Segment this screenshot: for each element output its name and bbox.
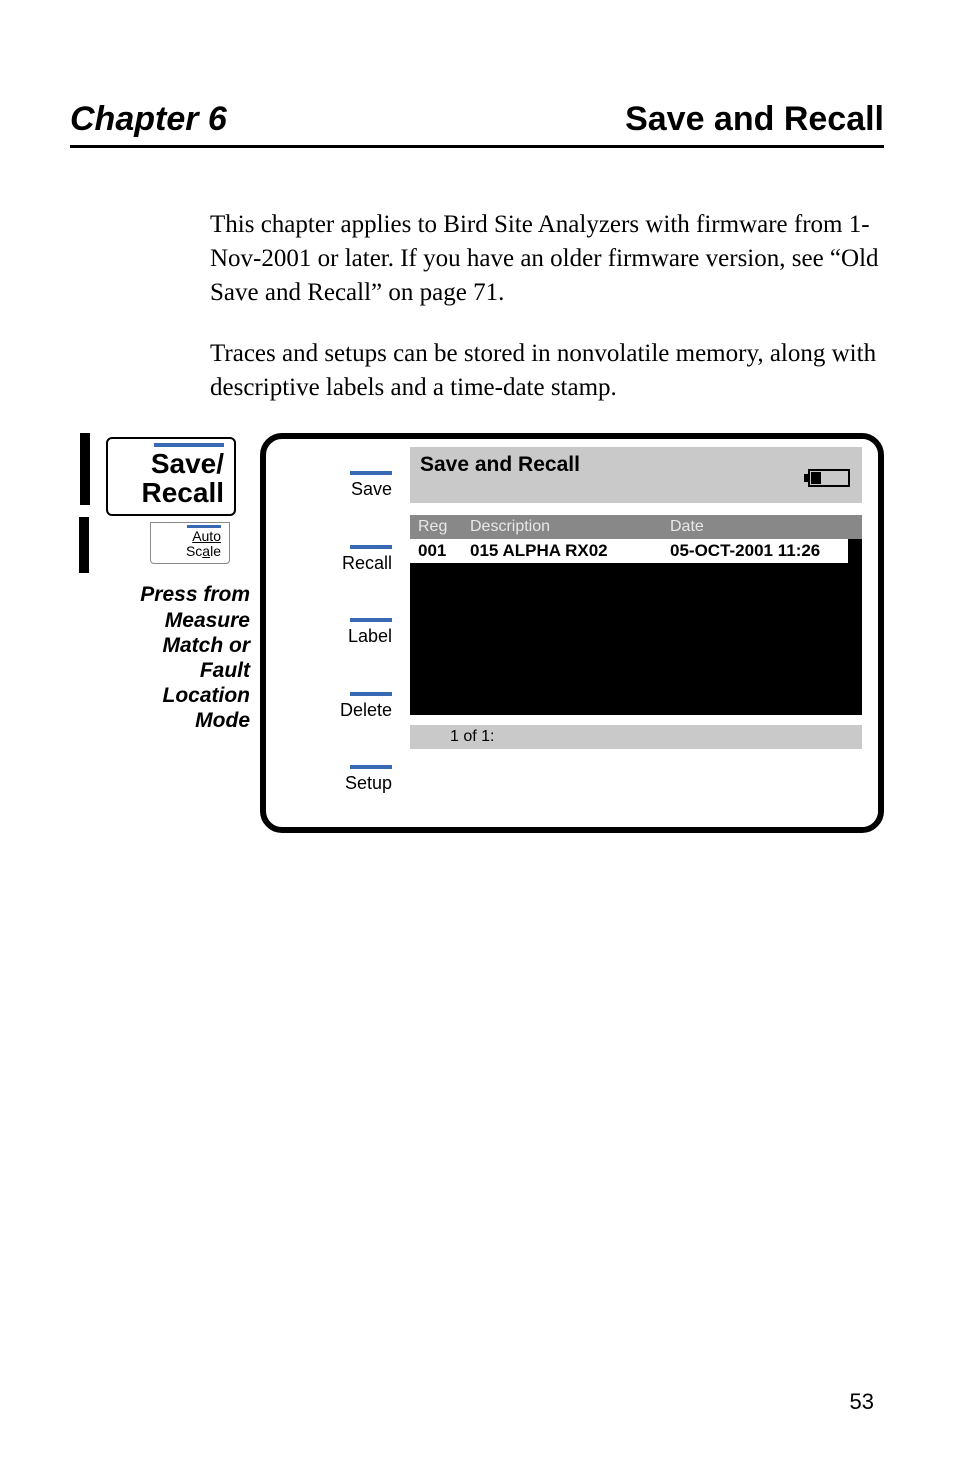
col-header-date: Date — [670, 518, 854, 536]
battery-icon — [808, 469, 850, 487]
scale-label: Scale — [159, 544, 221, 559]
softkey-recall[interactable]: Recall — [266, 545, 398, 574]
auto-label: Auto — [159, 529, 221, 544]
col-header-description: Description — [470, 518, 670, 536]
softkey-column: Save Recall Label Delete Setup — [266, 439, 406, 827]
chapter-label: Chapter 6 — [70, 100, 227, 139]
chapter-title: Save and Recall — [625, 100, 884, 139]
list-row-selected[interactable]: 001 015 ALPHA RX02 05-OCT-2001 11:26 — [410, 539, 848, 563]
save-recall-label-line1: Save/ — [118, 449, 224, 478]
body-paragraph-1: This chapter applies to Bird Site Analyz… — [210, 208, 884, 309]
list-footer: 1 of 1: — [410, 725, 862, 749]
cell-reg: 001 — [418, 541, 470, 561]
page-number: 53 — [850, 1389, 874, 1415]
list-body: 001 015 ALPHA RX02 05-OCT-2001 11:26 — [410, 539, 862, 715]
device-screen-frame: Save Recall Label Delete Setup Save and … — [260, 433, 884, 833]
softkey-setup[interactable]: Setup — [266, 765, 398, 794]
screen-panel: Save and Recall Reg Description Date 001… — [406, 439, 878, 827]
softkey-label[interactable]: Label — [266, 618, 398, 647]
body-paragraph-2: Traces and setups can be stored in nonvo… — [210, 337, 884, 405]
chapter-header: Chapter 6 Save and Recall — [70, 100, 884, 148]
save-recall-label-line2: Recall — [118, 478, 224, 507]
screen-title-bar: Save and Recall — [410, 447, 862, 503]
cell-date: 05-OCT-2001 11:26 — [670, 541, 840, 561]
figure-caption: Press from Measure Match or Fault Locati… — [70, 582, 250, 733]
list-area: Reg Description Date 001 015 ALPHA RX02 … — [410, 515, 862, 715]
col-header-reg: Reg — [418, 518, 470, 536]
screen-title: Save and Recall — [420, 453, 580, 477]
softkey-save[interactable]: Save — [266, 471, 398, 500]
cell-description: 015 ALPHA RX02 — [470, 541, 670, 561]
softkey-delete[interactable]: Delete — [266, 692, 398, 721]
list-header-row: Reg Description Date — [410, 515, 862, 539]
save-recall-hardkey[interactable]: Save/ Recall — [106, 437, 236, 516]
figure-area: Save/ Recall Auto Scale Press from Measu… — [70, 433, 884, 833]
auto-scale-hardkey[interactable]: Auto Scale — [150, 522, 230, 565]
